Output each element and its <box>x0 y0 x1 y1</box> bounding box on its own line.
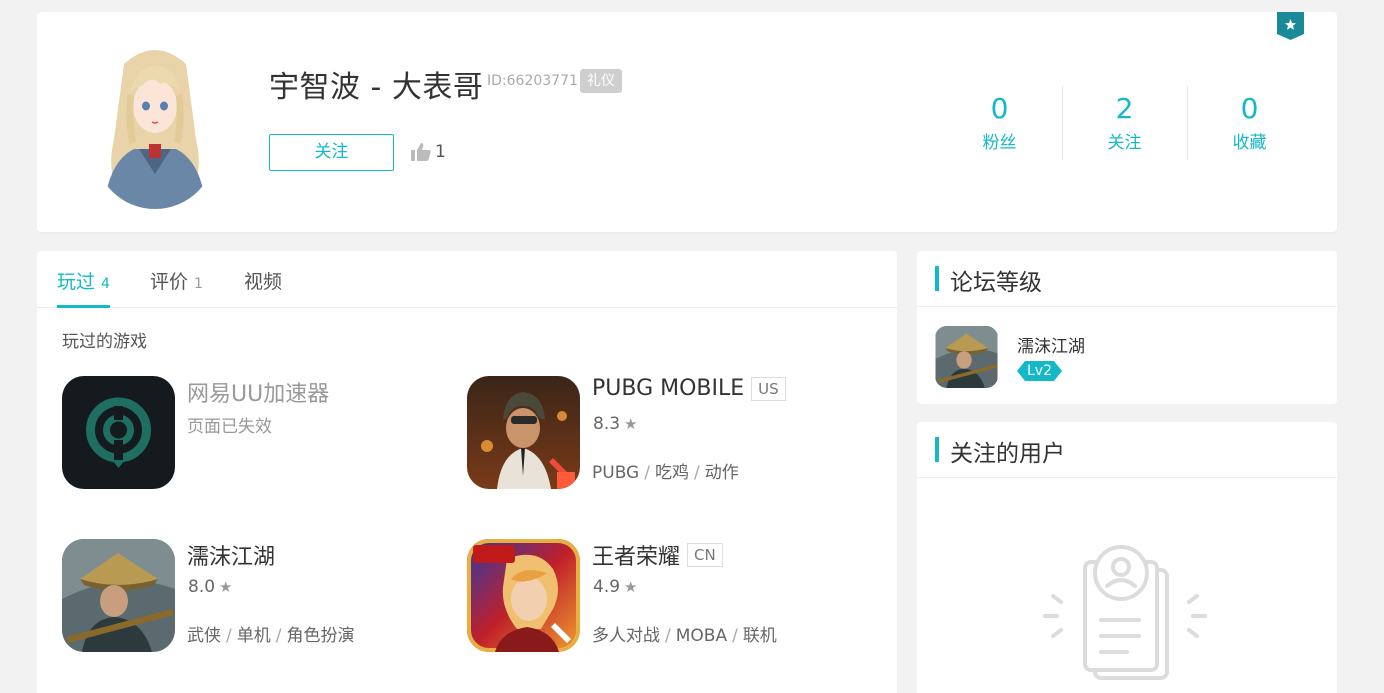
rumo-jianghu-icon[interactable] <box>935 326 998 388</box>
stat-following-value: 2 <box>1115 92 1134 125</box>
tab-reviews-count: 1 <box>194 276 203 292</box>
honor-of-kings-icon[interactable] <box>467 539 580 652</box>
empty-state-icon <box>1043 545 1207 680</box>
tag[interactable]: 动作 <box>705 463 739 483</box>
tag[interactable]: 多人对战 <box>592 626 660 646</box>
game-name: PUBG MOBILE <box>592 376 745 401</box>
username: 宇智波 - 大表哥 <box>269 70 484 105</box>
rating-value: 4.9 <box>593 577 621 597</box>
followed-users-title: 关注的用户 <box>950 441 1065 467</box>
stat-fans-label: 粉丝 <box>982 133 1017 153</box>
rumo-jianghu-icon[interactable] <box>62 539 175 652</box>
game-rating: 8.0 ★ <box>188 577 233 597</box>
rating-value: 8.0 <box>188 577 216 597</box>
forum-game-name[interactable]: 濡沫江湖 <box>1017 332 1085 357</box>
uu-accelerator-icon[interactable] <box>62 376 175 489</box>
game-card-uu[interactable]: 网易UU加速器 页面已失效 <box>62 376 462 491</box>
game-status: 页面已失效 <box>187 417 272 437</box>
user-id: ID:66203771 <box>487 73 578 89</box>
profile-tabs: 玩过 4 评价 1 视频 <box>37 251 897 308</box>
region-badge: CN <box>687 543 723 567</box>
game-card-rumo[interactable]: 濡沫江湖 8.0 ★ 武侠 / 单机 / 角色扮演 <box>62 539 462 654</box>
section-title: 玩过的游戏 <box>62 332 147 352</box>
stat-favorites-value: 0 <box>1240 92 1259 125</box>
region-badge: US <box>751 376 786 401</box>
tag[interactable]: 联机 <box>743 626 777 646</box>
tag[interactable]: 角色扮演 <box>286 626 354 646</box>
game-tags: 多人对战 / MOBA / 联机 <box>592 626 777 646</box>
profile-card: 宇智波 - 大表哥 ID:66203771 礼仪 关注 1 0 粉丝 2 关注 … <box>37 12 1337 232</box>
game-name: 濡沫江湖 <box>187 545 276 570</box>
forum-level-title: 论坛等级 <box>950 270 1042 296</box>
accent-bar <box>935 437 939 462</box>
followed-users-header: 关注的用户 <box>917 422 1337 478</box>
stat-favorites-label: 收藏 <box>1232 133 1267 153</box>
tab-played-label: 玩过 <box>57 271 96 293</box>
avatar <box>94 44 216 209</box>
stat-following[interactable]: 2 关注 <box>1062 92 1187 153</box>
tab-videos-label: 视频 <box>244 271 283 293</box>
tag[interactable]: 吃鸡 <box>655 463 689 483</box>
stat-fans-value: 0 <box>990 92 1009 125</box>
game-name: 王者荣耀 <box>592 545 681 570</box>
star-icon: ★ <box>624 578 638 596</box>
game-title[interactable]: PUBG MOBILE US <box>592 376 786 401</box>
star-icon: ★ <box>624 415 638 433</box>
level-badge: Lv2 <box>1017 361 1062 381</box>
rating-value: 8.3 <box>593 414 621 434</box>
follow-button[interactable]: 关注 <box>269 134 394 171</box>
game-rating: 4.9 ★ <box>593 577 638 597</box>
forum-level-header: 论坛等级 <box>917 251 1337 307</box>
stat-fans[interactable]: 0 粉丝 <box>937 92 1062 153</box>
forum-level-card: 论坛等级 濡沫江湖 Lv2 <box>917 251 1337 404</box>
thumbs-up-icon[interactable] <box>411 143 431 161</box>
tab-played[interactable]: 玩过 4 <box>57 267 110 308</box>
game-card-pubg[interactable]: PUBG MOBILE US 8.3 ★ PUBG / 吃鸡 / 动作 <box>467 376 867 491</box>
tag[interactable]: 单机 <box>237 626 271 646</box>
tag[interactable]: PUBG <box>592 463 639 483</box>
game-title[interactable]: 网易UU加速器 <box>187 376 329 408</box>
etiquette-badge: 礼仪 <box>580 69 622 93</box>
tab-reviews[interactable]: 评价 1 <box>150 267 203 308</box>
game-tags: 武侠 / 单机 / 角色扮演 <box>187 626 355 646</box>
tab-reviews-label: 评价 <box>150 271 189 293</box>
game-title[interactable]: 王者荣耀 CN <box>592 539 723 571</box>
like-count: 1 <box>435 142 446 162</box>
tag[interactable]: 武侠 <box>187 626 221 646</box>
star-icon: ★ <box>219 578 233 596</box>
tab-played-count: 4 <box>101 276 110 292</box>
game-card-hok[interactable]: 王者荣耀 CN 4.9 ★ 多人对战 / MOBA / 联机 <box>467 539 867 654</box>
stat-following-label: 关注 <box>1107 133 1142 153</box>
game-tags: PUBG / 吃鸡 / 动作 <box>592 463 739 483</box>
games-card: 玩过 4 评价 1 视频 玩过的游戏 网易UU加速器 页面已失效 PUBG MO… <box>37 251 897 693</box>
game-rating: 8.3 ★ <box>593 414 638 434</box>
game-title[interactable]: 濡沫江湖 <box>187 539 275 571</box>
stat-favorites[interactable]: 0 收藏 <box>1187 92 1312 153</box>
pubg-icon[interactable] <box>467 376 580 489</box>
tab-videos[interactable]: 视频 <box>244 267 282 308</box>
game-name: 网易UU加速器 <box>187 382 330 407</box>
star-ribbon-icon <box>1277 12 1304 40</box>
accent-bar <box>935 266 939 291</box>
followed-users-card: 关注的用户 <box>917 422 1337 693</box>
tag[interactable]: MOBA <box>676 626 727 646</box>
